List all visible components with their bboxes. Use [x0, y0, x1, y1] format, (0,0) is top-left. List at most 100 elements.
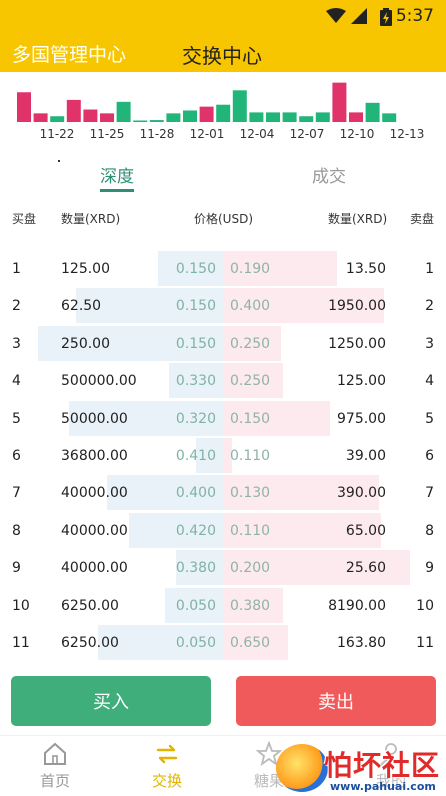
- buy-index: 6: [12, 448, 21, 464]
- chart-bar: [33, 113, 48, 122]
- sell-price: 0.380: [230, 597, 271, 614]
- sell-index: 3: [425, 335, 434, 352]
- sell-index: 5: [425, 410, 434, 427]
- tab-depth[interactable]: 深度: [100, 162, 134, 187]
- sell-price: 0.250: [230, 373, 271, 390]
- chart-bar: [149, 120, 164, 122]
- app-header: 5:37 多国管理中心 交换中心: [0, 0, 446, 72]
- header-left-title[interactable]: 多国管理中心: [12, 40, 126, 67]
- col-sell: 卖盘: [410, 212, 435, 226]
- sell-price: 0.650: [230, 635, 271, 651]
- chart-bar: [266, 112, 280, 122]
- buy-price: 0.050: [175, 597, 216, 614]
- status-bar: 5:37: [0, 0, 446, 32]
- sell-index: 11: [416, 635, 434, 651]
- sell-quantity: 25.60: [345, 560, 386, 577]
- wifi-icon: [326, 8, 346, 23]
- buy-quantity: 250.00: [61, 335, 110, 352]
- buy-index: 7: [12, 485, 21, 502]
- sell-quantity: 163.80: [337, 635, 386, 651]
- chart-bar: [382, 113, 397, 122]
- sell-index: 9: [425, 560, 434, 577]
- order-row[interactable]: 1 125.00 0.150 0.190 13.50 1: [0, 251, 446, 288]
- tab-trades[interactable]: 成交: [312, 162, 346, 187]
- order-row[interactable]: 2 62.50 0.150 0.400 1950.00 2: [0, 288, 446, 325]
- sell-index: 1: [425, 261, 434, 277]
- sell-index: 8: [425, 522, 434, 539]
- status-time: 5:37: [395, 6, 434, 26]
- chart-bar: [116, 101, 131, 122]
- home-icon: [44, 742, 66, 765]
- sell-quantity: 39.00: [345, 448, 386, 464]
- buy-button[interactable]: 买入: [11, 676, 211, 726]
- battery-icon: [380, 8, 392, 26]
- sell-price: 0.130: [230, 485, 271, 502]
- sell-price: 0.200: [230, 560, 271, 577]
- buy-price: 0.150: [175, 335, 216, 352]
- chart-tick-label: 11-25: [90, 127, 125, 141]
- buy-price: 0.050: [175, 635, 216, 651]
- chart-tick-label: 12-13: [390, 127, 425, 141]
- buy-index: 8: [12, 522, 21, 539]
- order-row[interactable]: 3 250.00 0.150 0.250 1250.00 3: [0, 325, 446, 363]
- nav-trade-label: 交换: [151, 772, 182, 790]
- order-row[interactable]: 8 40000.00 0.420 0.110 65.00 8: [0, 512, 446, 550]
- chart-bar: [349, 112, 363, 122]
- sell-quantity: 390.00: [337, 485, 386, 502]
- watermark-url: www.pahuai.com: [330, 780, 436, 793]
- sell-price: 0.400: [230, 298, 271, 315]
- chart-tick-label: 12-01: [190, 127, 225, 141]
- nav-home-label: 首页: [39, 772, 70, 790]
- buy-price: 0.150: [175, 298, 216, 315]
- sell-index: 7: [425, 485, 434, 502]
- chart-bar: [50, 116, 65, 122]
- signal-icon: [351, 8, 367, 24]
- buy-index: 9: [12, 560, 21, 577]
- order-row[interactable]: 5 50000.00 0.320 0.150 975.00 5: [0, 400, 446, 438]
- watermark: 怕坏社区 www.pahuai.com: [276, 740, 446, 796]
- sell-quantity: 125.00: [337, 373, 386, 390]
- order-row[interactable]: 9 40000.00 0.380 0.200 25.60 9: [0, 550, 446, 587]
- chart-tick-label: 11-22: [40, 127, 75, 141]
- col-sell-qty: 数量(XRD): [328, 212, 388, 226]
- swap-icon: [156, 744, 178, 764]
- chart-bar: [17, 92, 31, 122]
- order-row[interactable]: 10 6250.00 0.050 0.380 8190.00 10: [0, 587, 446, 625]
- sell-index: 2: [425, 298, 434, 315]
- buy-index: 2: [12, 298, 21, 315]
- sell-price: 0.250: [230, 335, 271, 352]
- volume-chart-svg: 11-22 11-25 11-28 12-01 12-04 12-07 12-10 12-13: [17, 82, 425, 141]
- order-row[interactable]: 4 500000.00 0.330 0.250 125.00 4: [0, 363, 446, 400]
- order-row[interactable]: 7 40000.00 0.400 0.130 390.00 7: [0, 475, 446, 512]
- buy-quantity: 40000.00: [61, 560, 128, 577]
- chart-bar: [332, 82, 347, 122]
- sell-quantity: 1950.00: [328, 298, 386, 315]
- buy-quantity: 62.50: [61, 298, 102, 315]
- chart-tick-label: 12-04: [240, 127, 275, 141]
- chart-bar: [166, 113, 181, 122]
- sell-quantity: 1250.00: [328, 335, 386, 352]
- chart-bar: [199, 106, 214, 122]
- col-price: 价格(USD): [194, 212, 254, 226]
- sell-price: 0.150: [230, 410, 271, 427]
- buy-price: 0.330: [175, 373, 216, 390]
- nav-home[interactable]: 首页: [20, 736, 90, 796]
- buy-index: 11: [12, 635, 30, 651]
- chart-bar: [249, 112, 264, 122]
- col-buy-qty: 数量(XRD): [61, 212, 121, 226]
- chart-bar: [282, 112, 297, 122]
- order-row[interactable]: 11 6250.00 0.050 0.650 163.80 11: [0, 625, 446, 662]
- chart-bar: [232, 90, 247, 122]
- tab-bar: 深度 成交: [0, 155, 446, 195]
- chart-bar: [133, 120, 148, 122]
- nav-trade[interactable]: 交换: [132, 736, 202, 796]
- sell-index: 4: [425, 373, 434, 390]
- buy-price: 0.150: [175, 261, 216, 277]
- watermark-logo-icon: [276, 744, 328, 792]
- chart-tick-label: 12-07: [290, 127, 325, 141]
- sell-price: 0.110: [230, 522, 271, 539]
- sell-button[interactable]: 卖出: [236, 676, 436, 726]
- buy-price: 0.400: [175, 485, 216, 502]
- sell-quantity: 975.00: [337, 410, 386, 427]
- order-row[interactable]: 6 36800.00 0.410 0.110 39.00 6: [0, 438, 446, 475]
